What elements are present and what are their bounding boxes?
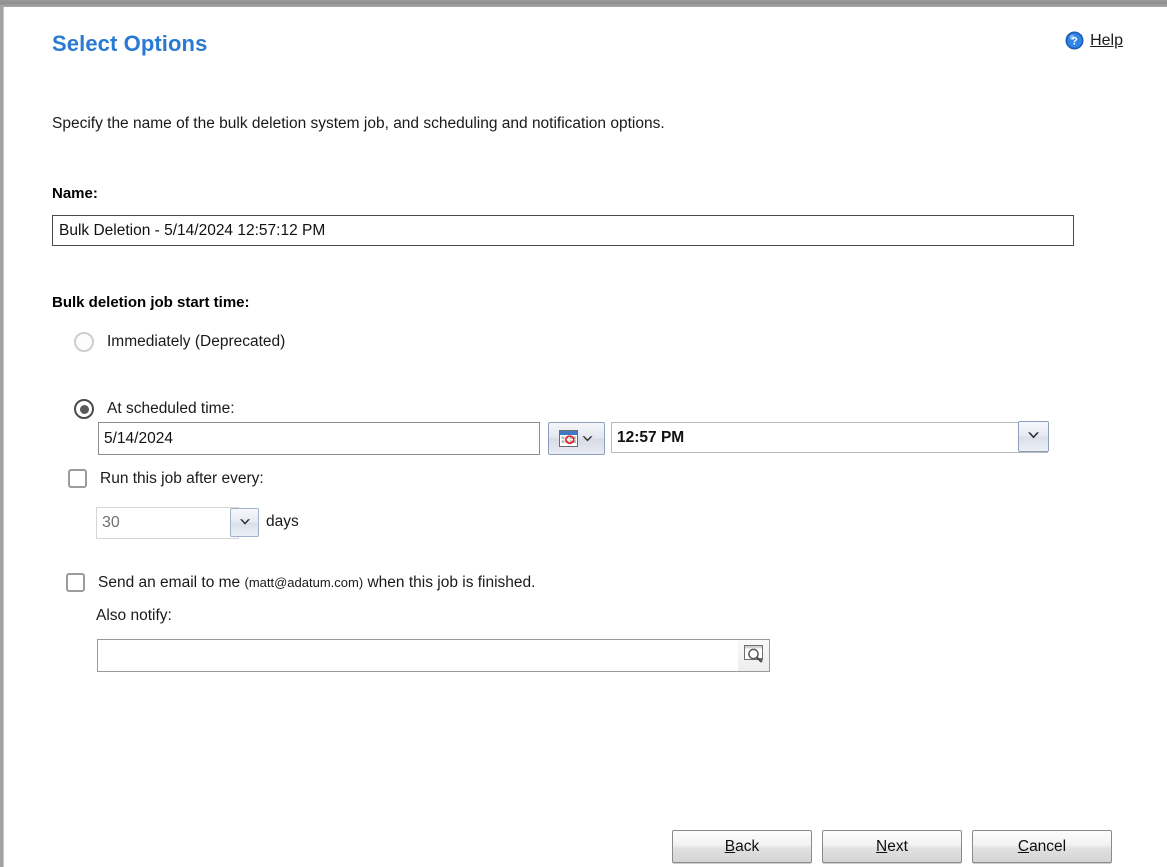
- svg-text:?: ?: [1071, 36, 1078, 48]
- recurrence-interval-dropdown-button[interactable]: [230, 508, 259, 537]
- email-notification-checkbox-row[interactable]: Send an email to me (matt@adatum.com) wh…: [66, 573, 535, 592]
- radio-option-immediately[interactable]: Immediately (Deprecated): [74, 332, 285, 352]
- radio-scheduled-label: At scheduled time:: [107, 400, 235, 418]
- instruction-text: Specify the name of the bulk deletion sy…: [52, 115, 665, 133]
- next-button[interactable]: Next: [822, 830, 962, 863]
- recurrence-interval-input[interactable]: [96, 507, 239, 539]
- email-notification-label: Send an email to me (matt@adatum.com) wh…: [98, 574, 535, 592]
- help-rest: elp: [1102, 32, 1123, 49]
- window-top-border: [0, 0, 1167, 7]
- dialog-window: Select Options ? Help Specify the name o…: [0, 0, 1167, 867]
- email-label-after: when this job is finished.: [367, 574, 535, 591]
- chevron-down-icon: [238, 514, 252, 532]
- job-name-input[interactable]: [52, 215, 1074, 246]
- recurrence-checkbox-row[interactable]: Run this job after every:: [68, 469, 264, 488]
- email-label-before: Send an email to me: [98, 574, 240, 591]
- dialog-footer: Back Next Cancel: [672, 830, 1112, 863]
- dialog-content-area: Select Options ? Help Specify the name o…: [4, 7, 1167, 867]
- radio-option-scheduled[interactable]: At scheduled time:: [74, 399, 235, 419]
- recurrence-unit-label: days: [266, 513, 299, 531]
- chevron-down-icon: [581, 434, 594, 444]
- chevron-down-icon: [1026, 428, 1041, 446]
- also-notify-input[interactable]: [97, 639, 770, 672]
- also-notify-field: [97, 639, 770, 672]
- back-button-accel: B: [725, 838, 735, 856]
- schedule-time-input[interactable]: [611, 422, 1048, 453]
- radio-immediately-indicator[interactable]: [74, 332, 94, 352]
- cancel-button[interactable]: Cancel: [972, 830, 1112, 863]
- name-label: Name:: [52, 185, 98, 202]
- back-button[interactable]: Back: [672, 830, 812, 863]
- date-picker-button[interactable]: [548, 422, 605, 455]
- help-accel: H: [1090, 32, 1102, 49]
- page-title: Select Options: [52, 31, 207, 57]
- cancel-button-accel: C: [1018, 838, 1029, 856]
- cancel-button-rest: ancel: [1029, 838, 1066, 856]
- help-label: Help: [1090, 32, 1123, 50]
- also-notify-lookup-button[interactable]: [738, 640, 769, 671]
- also-notify-label: Also notify:: [96, 607, 172, 625]
- next-button-accel: N: [876, 838, 887, 856]
- recurrence-checkbox[interactable]: [68, 469, 87, 488]
- calendar-icon: [559, 430, 578, 447]
- recurrence-label: Run this job after every:: [100, 470, 264, 488]
- radio-immediately-label: Immediately (Deprecated): [107, 333, 285, 351]
- email-notification-checkbox[interactable]: [66, 573, 85, 592]
- back-button-rest: ack: [735, 838, 759, 856]
- time-dropdown-button[interactable]: [1018, 421, 1049, 452]
- help-circle-icon: ?: [1065, 31, 1084, 50]
- email-address: (matt@adatum.com): [244, 575, 363, 590]
- help-link[interactable]: ? Help: [1065, 31, 1123, 50]
- start-time-label: Bulk deletion job start time:: [52, 294, 250, 311]
- lookup-magnifier-icon: [743, 643, 765, 668]
- radio-scheduled-indicator[interactable]: [74, 399, 94, 419]
- schedule-date-input[interactable]: [98, 422, 540, 455]
- next-button-rest: ext: [887, 838, 908, 856]
